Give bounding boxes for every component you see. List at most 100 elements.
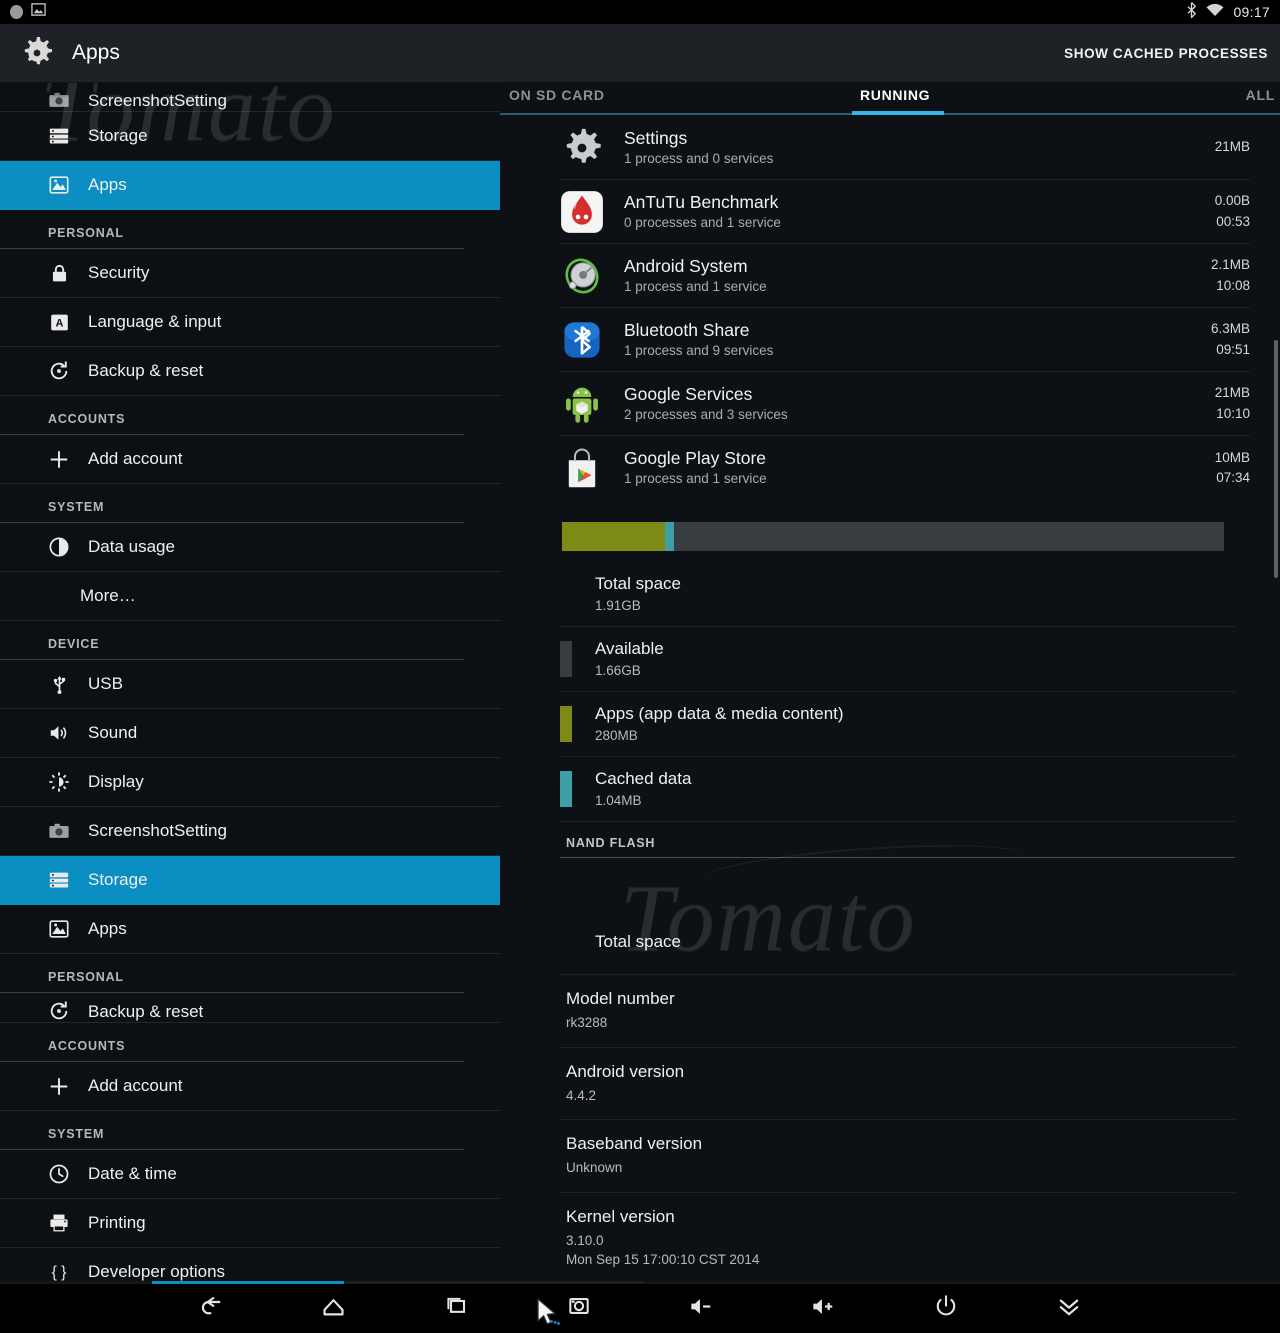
sidebar-item-label: Storage [88, 126, 148, 145]
sidebar-item-developer-options[interactable]: { } Developer options [0, 1248, 500, 1284]
power-icon [933, 1293, 959, 1324]
sidebar-item-add-account[interactable]: Add account [0, 435, 500, 484]
sidebar-item-language-input[interactable]: A Language & input [0, 298, 500, 347]
nand-total-space-row[interactable]: Total space [560, 910, 1235, 975]
nav-button-recents[interactable] [395, 1284, 518, 1333]
device-info-title: Model number [566, 989, 675, 1008]
sidebar-item-label: Apps [88, 919, 127, 938]
lock-icon [48, 262, 70, 284]
process-memory: 2.1MB [1210, 257, 1250, 273]
process-row[interactable]: Google Services 2 processes and 3 service… [560, 372, 1250, 436]
sidebar-item-security[interactable]: Security [0, 249, 500, 298]
nav-button-back[interactable] [150, 1284, 273, 1333]
nav-button-power[interactable] [885, 1284, 1008, 1333]
running-processes-list[interactable]: Settings 1 process and 0 services 21MB AnTu… [500, 116, 1280, 500]
device-info-title: Baseband version [566, 1134, 703, 1154]
process-row[interactable]: Android System 1 process and 1 service 2.1… [560, 244, 1250, 308]
process-time: 00:53 [1216, 213, 1250, 229]
process-row[interactable]: AnTuTu Benchmark 0 processes and 1 servic… [560, 180, 1250, 244]
vertical-scrollbar[interactable] [1274, 340, 1278, 578]
camera-icon [48, 820, 70, 842]
storage-row-value: 1.91GB [595, 597, 641, 613]
sidebar-item-label: Storage [88, 870, 148, 889]
sidebar-item-label: Add account [88, 1076, 183, 1095]
process-row[interactable]: Google Play Store 1 process and 1 service… [560, 436, 1250, 500]
settings-gear-icon[interactable] [18, 34, 56, 72]
display-icon [48, 771, 70, 793]
nav-button-home[interactable] [273, 1284, 396, 1333]
sidebar-item-storage[interactable]: Storage [0, 112, 500, 161]
sidebar-item-more[interactable]: More… [0, 572, 500, 621]
sidebar-item-label: Apps [88, 175, 127, 194]
screenshot-notification-icon [31, 2, 46, 22]
storage-row[interactable]: Available 1.66GB [560, 627, 1235, 692]
bluetooth-share-icon [560, 318, 604, 362]
status-bar: 09:17 [0, 0, 1280, 24]
show-cached-processes-button[interactable]: SHOW CACHED PROCESSES [1064, 46, 1268, 61]
storage-segment-free [673, 521, 1224, 551]
process-memory: 0.00B [1214, 193, 1250, 209]
device-info-list[interactable]: Model number rk3288 Android version 4.4.2 Ba… [500, 975, 1280, 1284]
device-info-value: 4.4.2 [566, 1087, 597, 1103]
sidebar-item-backup-reset[interactable]: Backup & reset [0, 993, 500, 1023]
sidebar-item-display[interactable]: Display [0, 758, 500, 807]
sidebar-item-sound[interactable]: Sound [0, 709, 500, 758]
process-row[interactable]: Bluetooth Share 1 process and 9 services 6… [560, 308, 1250, 372]
storage-row[interactable]: Cached data 1.04MB [560, 757, 1235, 822]
sidebar-item-add-account[interactable]: Add account [0, 1062, 500, 1111]
android-robot-icon [560, 382, 604, 426]
storage-summary: Total space 1.91GB Available 1.66GB Apps (ap… [500, 500, 1280, 822]
sidebar-section-header: ACCOUNTS [0, 396, 464, 435]
storage-row-title: Total space [595, 573, 681, 593]
sidebar-item-usb[interactable]: USB [0, 660, 500, 709]
storage-breakdown-rows[interactable]: Total space 1.91GB Available 1.66GB Apps (ap… [500, 562, 1280, 822]
tab-on-sd-card[interactable]: ON SD CARD [509, 87, 605, 103]
process-detail: 1 process and 9 services [624, 342, 774, 358]
sidebar-item-label: Developer options [88, 1262, 226, 1281]
nand-flash-header: NAND FLASH [560, 822, 1235, 858]
process-time: 10:10 [1216, 405, 1250, 421]
settings-sidebar[interactable]: ScreenshotSetting Storage Apps PERSONAL Secu… [0, 82, 500, 1284]
tab-all[interactable]: ALL [1246, 87, 1275, 103]
sidebar-item-label: Sound [88, 723, 138, 742]
nav-button-volume-down[interactable] [640, 1284, 763, 1333]
sidebar-item-screenshotsetting[interactable]: ScreenshotSetting [0, 82, 500, 112]
tab-bar[interactable]: ON SD CARD RUNNING ALL [500, 82, 1280, 116]
process-name: Android System [624, 255, 748, 276]
sidebar-item-apps[interactable]: Apps [0, 905, 500, 954]
storage-row[interactable]: Apps (app data & media content) 280MB [560, 692, 1235, 757]
storage-segment-cached [664, 521, 674, 551]
storage-swatch [560, 641, 572, 677]
sidebar-item-label: Security [88, 263, 150, 282]
device-info-row[interactable]: Baseband version Unknown [560, 1120, 1235, 1193]
circle-indicator-icon [10, 5, 23, 19]
sidebar-item-printing[interactable]: Printing [0, 1199, 500, 1248]
process-row[interactable]: Settings 1 process and 0 services 21MB [560, 116, 1250, 180]
sidebar-section-header: PERSONAL [0, 954, 464, 993]
sidebar-item-backup-reset[interactable]: Backup & reset [0, 347, 500, 396]
nand-bar-row [562, 858, 1224, 910]
process-detail: 1 process and 0 services [624, 150, 774, 166]
collapse-icon [1055, 1292, 1083, 1325]
status-bar-system-icons: 09:17 [1186, 1, 1280, 23]
sidebar-item-storage[interactable]: Storage [0, 856, 500, 905]
process-time: 10:08 [1216, 277, 1250, 293]
tab-running[interactable]: RUNNING [860, 87, 930, 103]
nav-button-collapse[interactable] [1008, 1284, 1131, 1333]
sidebar-item-screenshotsetting[interactable]: ScreenshotSetting [0, 807, 500, 856]
sidebar-item-label: Backup & reset [88, 1002, 204, 1021]
nav-button-volume-up[interactable] [763, 1284, 886, 1333]
page-title: Apps [72, 41, 120, 64]
device-info-row[interactable]: Android version 4.4.2 [560, 1048, 1235, 1121]
nav-button-screenshot[interactable] [518, 1284, 641, 1333]
device-info-row[interactable]: Kernel version 3.10.0 Mon Sep 15 17:00:10… [560, 1193, 1235, 1284]
navigation-bar[interactable] [0, 1284, 1280, 1333]
clock-icon [48, 1163, 70, 1185]
sidebar-item-apps[interactable]: Apps [0, 161, 500, 210]
sidebar-section-header: SYSTEM [0, 1111, 464, 1150]
storage-swatch [560, 706, 572, 742]
storage-row[interactable]: Total space 1.91GB [560, 562, 1235, 627]
device-info-row[interactable]: Model number rk3288 [560, 975, 1235, 1048]
sidebar-item-data-usage[interactable]: Data usage [0, 523, 500, 572]
sidebar-item-date-time[interactable]: Date & time [0, 1150, 500, 1199]
